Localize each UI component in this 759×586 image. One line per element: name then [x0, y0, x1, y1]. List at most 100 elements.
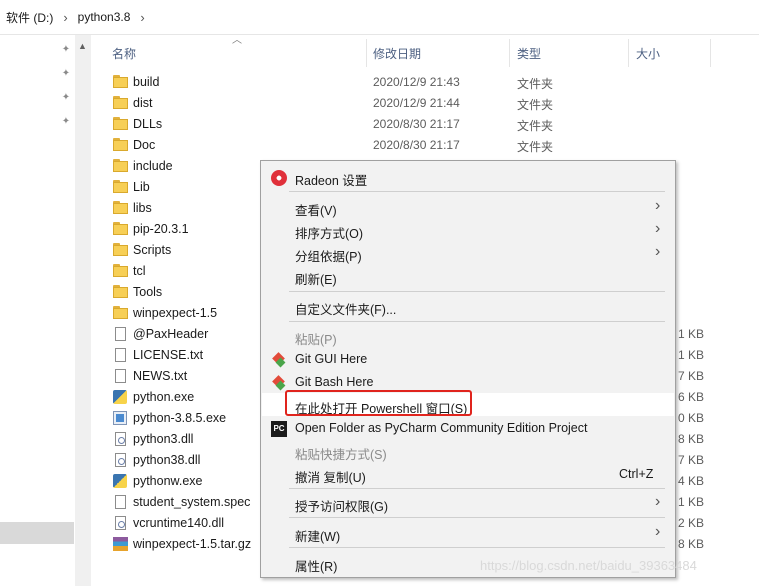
folder-icon [113, 264, 128, 278]
file-name: Doc [133, 138, 156, 152]
submenu-arrow-icon: › [655, 243, 661, 260]
column-modified[interactable]: 修改日期 [373, 45, 421, 62]
file-icon [115, 348, 126, 362]
file-modified-date: 2020/12/9 21:44 [373, 96, 460, 110]
submenu-arrow-icon: › [655, 523, 661, 540]
file-size: 8 KB [677, 537, 704, 551]
column-header: ︿ 名称 修改日期 类型 大小 [91, 35, 759, 71]
menu-item-shortcut: Ctrl+Z [619, 467, 654, 481]
watermark: https://blog.csdn.net/baidu_39363484 [480, 558, 697, 573]
menu-item-radeon-settings[interactable]: Radeon 设置 [261, 166, 675, 189]
menu-item-git-gui[interactable]: Git GUI Here [261, 348, 675, 371]
menu-item-undo-copy[interactable]: 撤消 复制(U) Ctrl+Z [261, 463, 675, 486]
column-divider[interactable] [710, 39, 711, 67]
file-size: 6 KB [677, 390, 704, 404]
file-size: 0 KB [677, 411, 704, 425]
folder-icon [113, 306, 128, 320]
file-name: vcruntime140.dll [133, 516, 225, 530]
menu-item-refresh[interactable]: 刷新(E) [261, 265, 675, 288]
file-name: DLLs [133, 117, 163, 131]
breadcrumb-folder[interactable]: python3.8 [74, 10, 135, 24]
menu-item-new[interactable]: 新建(W) › [261, 522, 675, 545]
file-size: 7 KB [677, 369, 704, 383]
file-type: 文件夹 [517, 119, 554, 133]
menu-item-view[interactable]: 查看(V) › [261, 196, 675, 219]
context-menu: Radeon 设置 查看(V) › 排序方式(O) › 分组依据(P) › 刷新… [260, 160, 676, 578]
file-size: 1 KB [677, 327, 704, 341]
file-size: 4 KB [677, 474, 704, 488]
file-row[interactable]: build 2020/12/9 21:43 文件夹 [91, 72, 651, 93]
pin-icon[interactable]: ✦ [60, 92, 72, 104]
dll-icon [115, 516, 126, 530]
menu-item-label: 自定义文件夹(F)... [295, 303, 397, 317]
submenu-arrow-icon: › [655, 493, 661, 510]
exe-icon [113, 474, 127, 488]
menu-item-open-pycharm[interactable]: PC Open Folder as PyCharm Community Edit… [261, 417, 675, 440]
file-size: 1 KB [677, 348, 704, 362]
exe-icon [113, 390, 127, 404]
file-row[interactable]: Doc 2020/8/30 21:17 文件夹 [91, 135, 651, 156]
git-icon [271, 375, 287, 391]
file-name: Tools [133, 285, 163, 299]
dll-icon [115, 432, 126, 446]
breadcrumb-drive[interactable]: 软件 (D:) [0, 9, 57, 26]
pycharm-icon: PC [271, 421, 287, 437]
menu-item-label: 查看(V) [295, 204, 337, 218]
file-row[interactable]: dist 2020/12/9 21:44 文件夹 [91, 93, 651, 114]
menu-item-paste-shortcut[interactable]: 粘贴快捷方式(S) [261, 440, 675, 463]
column-divider[interactable] [628, 39, 629, 67]
folder-icon [113, 180, 128, 194]
pin-icon[interactable]: ✦ [60, 68, 72, 80]
pin-icon[interactable]: ✦ [60, 116, 72, 128]
menu-item-grant-access[interactable]: 授予访问权限(G) › [261, 492, 675, 515]
navigation-scrollbar[interactable]: ▲ [75, 35, 91, 586]
file-name: Scripts [133, 243, 172, 257]
folder-icon [113, 138, 128, 152]
folder-icon [113, 117, 128, 131]
scroll-up-icon[interactable]: ▲ [78, 41, 87, 51]
file-icon [115, 369, 126, 383]
menu-item-label: 刷新(E) [295, 273, 337, 287]
file-size: 7 KB [677, 453, 704, 467]
menu-item-customize-folder[interactable]: 自定义文件夹(F)... [261, 295, 675, 318]
menu-separator [289, 547, 665, 548]
menu-item-label: Git Bash Here [295, 375, 374, 389]
file-size: 8 KB [677, 432, 704, 446]
column-size[interactable]: 大小 [636, 45, 660, 62]
column-name[interactable]: 名称 [112, 45, 136, 62]
menu-item-paste[interactable]: 粘贴(P) [261, 325, 675, 348]
file-name: tcl [133, 264, 146, 278]
folder-icon [113, 222, 128, 236]
file-name: winpexpect-1.5.tar.gz [133, 537, 252, 551]
file-name: student_system.spec [133, 495, 251, 509]
archive-icon [113, 537, 128, 551]
file-type: 文件夹 [517, 140, 554, 154]
column-divider[interactable] [366, 39, 367, 67]
folder-icon [113, 96, 128, 110]
breadcrumb-chevron-icon[interactable]: › [134, 10, 150, 25]
address-breadcrumb: 软件 (D:) › python3.8 › [0, 0, 759, 35]
file-modified-date: 2020/8/30 21:17 [373, 117, 460, 131]
file-row[interactable]: DLLs 2020/8/30 21:17 文件夹 [91, 114, 651, 135]
folder-icon [113, 75, 128, 89]
installer-icon [113, 411, 127, 425]
pin-icon[interactable]: ✦ [60, 44, 72, 56]
menu-separator [289, 321, 665, 322]
file-modified-date: 2020/12/9 21:43 [373, 75, 460, 89]
dll-icon [115, 453, 126, 467]
file-name: pip-20.3.1 [133, 222, 189, 236]
menu-item-group[interactable]: 分组依据(P) › [261, 242, 675, 265]
menu-item-sort[interactable]: 排序方式(O) › [261, 219, 675, 242]
nav-selected-item[interactable] [0, 522, 74, 544]
file-type: 文件夹 [517, 98, 554, 112]
submenu-arrow-icon: › [655, 197, 661, 214]
file-name: Lib [133, 180, 150, 194]
column-type[interactable]: 类型 [517, 45, 541, 62]
navigation-pane: ✦ ✦ ✦ ✦ [0, 35, 75, 586]
menu-item-label: 粘贴快捷方式(S) [295, 448, 387, 462]
column-divider[interactable] [509, 39, 510, 67]
file-type: 文件夹 [517, 77, 554, 91]
breadcrumb-chevron-icon[interactable]: › [57, 10, 73, 25]
folder-icon [113, 243, 128, 257]
menu-item-label: 粘贴(P) [295, 333, 337, 347]
